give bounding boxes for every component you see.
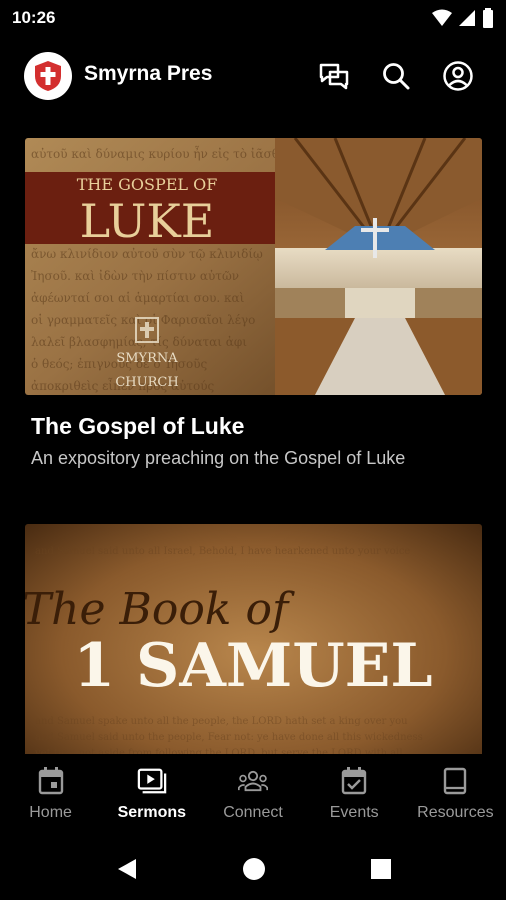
sermon-series-card[interactable]: and Samuel said unto all Israel, Behold,… [25, 524, 482, 754]
series-title[interactable]: The Gospel of Luke [25, 413, 482, 440]
app-title: Smyrna Pres [84, 62, 213, 85]
event-check-icon [339, 766, 369, 796]
nav-home[interactable]: Home [0, 754, 101, 836]
nav-events[interactable]: Events [304, 754, 405, 836]
nav-label: Home [29, 804, 72, 821]
book-icon [440, 766, 470, 796]
svg-text:and Samuel spake unto all the: and Samuel spake unto all the people, th… [35, 716, 408, 727]
nav-label: Events [329, 804, 379, 821]
app-header: Smyrna Pres [0, 36, 506, 116]
recents-button[interactable] [368, 856, 394, 882]
artwork-title-line1: The Book of [25, 584, 295, 635]
svg-text:αὐτοῦ καὶ δύναμις κυρίου ἦν εἰ: αὐτοῦ καὶ δύναμις κυρίου ἦν εἰς τὸ ἰᾶσθα… [31, 145, 292, 161]
nav-label: Sermons [117, 804, 187, 821]
book-of-1-samuel-artwork: and Samuel said unto all Israel, Behold,… [25, 524, 482, 754]
artwork-logo-line1: SMYRNA [116, 351, 178, 366]
svg-text:ἀφέωνταί σοι αἱ ἁμαρτίαι σου.: ἀφέωνταί σοι αἱ ἁμαρτίαι σου. καὶ [31, 290, 245, 305]
status-bar: 10:26 [0, 0, 506, 36]
battery-icon [483, 8, 493, 28]
search-icon [383, 63, 410, 90]
status-time: 10:26 [12, 8, 56, 27]
sermon-series-card[interactable]: αὐτοῦ καὶ δύναμις κυρίου ἦν εἰς τὸ ἰᾶσθα… [25, 138, 482, 469]
account-button[interactable] [438, 56, 478, 96]
series-description: An expository preaching on the Gospel of… [31, 448, 406, 468]
svg-text:and Samuel said unto all Israe: and Samuel said unto all Israel, Behold,… [35, 546, 410, 557]
svg-text:Ἰησοῦ. καὶ ἰδὼν τὴν πίστιν αὐτ: Ἰησοῦ. καὶ ἰδὼν τὴν πίστιν αὐτῶν [31, 268, 239, 283]
wifi-icon [432, 9, 452, 26]
home-circle-icon [243, 858, 265, 880]
groups-icon [238, 766, 268, 796]
artwork-title-line2: 1 SAMUEL [73, 631, 432, 701]
artwork-title-line2: LUKE [80, 194, 215, 248]
signal-icon [459, 10, 475, 26]
calendar-home-icon [36, 766, 66, 796]
shield-cross-icon [35, 61, 61, 91]
account-icon [443, 61, 473, 91]
search-button[interactable] [376, 56, 416, 96]
church-logo-icon[interactable] [24, 52, 72, 100]
back-button[interactable] [114, 856, 140, 882]
status-icons [432, 8, 494, 28]
artwork-title-line1: THE GOSPEL OF [77, 175, 218, 194]
chat-button[interactable] [314, 56, 354, 96]
nav-sermons[interactable]: Sermons [101, 754, 202, 836]
series-artwork[interactable]: and Samuel said unto all Israel, Behold,… [25, 524, 482, 754]
svg-text:οἱ γραμματεῖς καὶ οἱ Φαρισαῖοι: οἱ γραμματεῖς καὶ οἱ Φαρισαῖοι λέγο [31, 312, 255, 327]
svg-text:and Samuel said unto the peopl: and Samuel said unto the people, Fear no… [35, 732, 423, 743]
recents-square-icon [371, 859, 391, 879]
series-artwork[interactable]: αὐτοῦ καὶ δύναμις κυρίου ἦν εἰς τὸ ἰᾶσθα… [25, 138, 482, 395]
nav-label: Resources [417, 804, 494, 821]
gospel-of-luke-artwork: αὐτοῦ καὶ δύναμις κυρίου ἦν εἰς τὸ ἰᾶσθα… [25, 138, 482, 395]
chat-icon [319, 63, 349, 90]
sermon-feed[interactable]: αὐτοῦ καὶ δύναμις κυρίου ἦν εἰς τὸ ἰᾶσθα… [0, 116, 506, 754]
artwork-logo-line2: CHURCH [115, 375, 178, 390]
bottom-navigation: Home Sermons Connect Events Resources [0, 754, 506, 836]
video-library-icon [137, 766, 167, 796]
system-navigation-bar [0, 836, 506, 900]
nav-connect[interactable]: Connect [202, 754, 303, 836]
nav-resources[interactable]: Resources [405, 754, 506, 836]
home-button[interactable] [241, 856, 267, 882]
svg-text:ἄνω κλινίδιον αὐτοῦ σὺν τῷ κλι: ἄνω κλινίδιον αὐτοῦ σὺν τῷ κλινιδίῳ [31, 247, 263, 261]
back-triangle-icon [118, 859, 136, 879]
nav-label: Connect [223, 804, 283, 821]
